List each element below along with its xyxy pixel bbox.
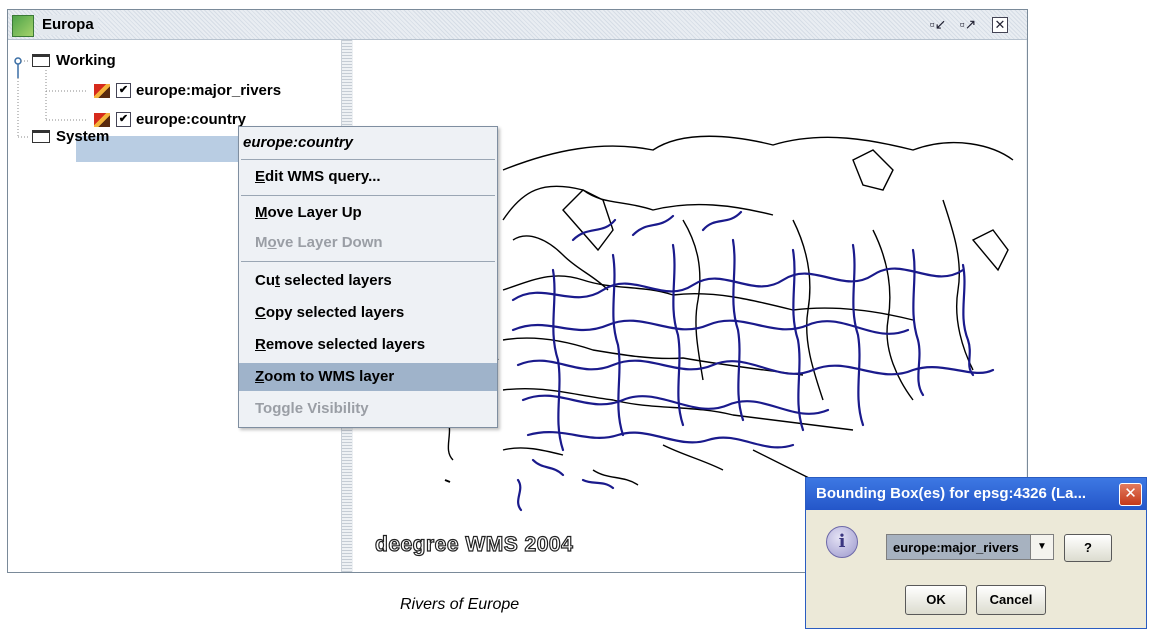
tree-group-system[interactable]: System xyxy=(32,128,109,145)
cancel-button[interactable]: Cancel xyxy=(976,585,1046,615)
menu-item-label-post: emove selected layers xyxy=(265,336,426,353)
menu-item-label-post: selected layers xyxy=(280,272,392,289)
menu-item-mnemonic: g xyxy=(272,400,282,417)
folder-icon xyxy=(32,54,50,67)
close-icon[interactable]: ✕ xyxy=(992,17,1008,33)
menu-item-mnemonic: o xyxy=(267,234,277,251)
menu-item-zoom-to-wms-layer[interactable]: Zoom to WMS layer xyxy=(239,363,497,391)
menu-item-label-post: oom to WMS layer xyxy=(264,368,395,385)
folder-icon xyxy=(32,130,50,143)
menu-item-label-pre: To xyxy=(255,400,273,417)
menu-item-label-post: ove Layer Up xyxy=(267,204,362,221)
island-outline xyxy=(444,479,451,483)
menu-item-move-layer-up[interactable]: Move Layer Up xyxy=(239,199,497,227)
layer-context-menu: europe:country Edit WMS query... Move La… xyxy=(238,126,498,428)
menu-item-mnemonic: C xyxy=(255,304,266,321)
wms-layer-icon xyxy=(94,112,110,127)
menu-item-toggle-visibility[interactable]: Toggle Visibility xyxy=(239,395,497,423)
chevron-down-icon[interactable]: ▼ xyxy=(1030,535,1053,559)
tree-group-label: System xyxy=(56,128,110,145)
tree-layer-country[interactable]: ✔ europe:country xyxy=(94,111,246,128)
menu-item-mnemonic: E xyxy=(255,168,266,185)
menu-item-mnemonic: M xyxy=(255,204,268,221)
map-watermark: deegree WMS 2004 xyxy=(374,532,574,556)
maximize-icon[interactable]: ▫↗ xyxy=(958,14,978,34)
wms-layer-icon xyxy=(94,83,110,98)
layer-visibility-checkbox[interactable]: ✔ xyxy=(116,83,131,98)
menu-item-remove-selected-layers[interactable]: Remove selected layers xyxy=(239,331,497,359)
ok-button[interactable]: OK xyxy=(905,585,967,615)
menu-item-label-pre: Cu xyxy=(255,272,275,289)
menu-item-label-post: dit WMS query... xyxy=(265,168,381,185)
tree-layer-label: europe:major_rivers xyxy=(136,82,282,99)
tree-group-working[interactable]: Working xyxy=(32,52,116,69)
menu-item-mnemonic: Z xyxy=(255,368,265,385)
combobox-value: europe:major_rivers xyxy=(893,540,1019,555)
dialog-close-icon[interactable]: ✕ xyxy=(1119,483,1142,506)
menu-item-mnemonic: R xyxy=(255,336,266,353)
dialog-titlebar[interactable]: Bounding Box(es) for epsg:4326 (La... xyxy=(806,478,1146,510)
menu-item-label-post: opy selected layers xyxy=(265,304,405,321)
map-app-icon xyxy=(12,15,34,37)
layer-combobox[interactable]: europe:major_rivers ▼ xyxy=(886,534,1054,560)
river-network xyxy=(511,210,995,512)
menu-item-label-pre: M xyxy=(255,234,268,251)
help-button[interactable]: ? xyxy=(1064,534,1112,562)
menu-item-edit-wms-query[interactable]: Edit WMS query... xyxy=(239,163,497,191)
window-title: Europa xyxy=(38,15,98,35)
menu-separator xyxy=(241,195,495,196)
menu-separator xyxy=(241,159,495,160)
menu-item-copy-selected-layers[interactable]: Copy selected layers xyxy=(239,299,497,327)
context-menu-title: europe:country xyxy=(239,129,497,157)
menu-item-move-layer-down[interactable]: Move Layer Down xyxy=(239,229,497,257)
tree-group-label: Working xyxy=(56,52,116,69)
dialog-title: Bounding Box(es) for epsg:4326 (La... xyxy=(816,485,1087,502)
tree-layer-label: europe:country xyxy=(136,111,247,128)
window-titlebar[interactable]: Europa ▫↙ ▫↗ ✕ xyxy=(8,10,1027,40)
menu-item-cut-selected-layers[interactable]: Cut selected layers xyxy=(239,267,497,295)
tree-layer-major-rivers[interactable]: ✔ europe:major_rivers xyxy=(94,82,281,99)
info-icon: i xyxy=(826,526,858,558)
restore-icon[interactable]: ▫↙ xyxy=(928,14,948,34)
menu-item-label-post: gle Visibility xyxy=(281,400,369,417)
menu-item-label-post: ve Layer Down xyxy=(276,234,383,251)
bounding-box-dialog: Bounding Box(es) for epsg:4326 (La... ✕ … xyxy=(805,477,1147,629)
layer-visibility-checkbox[interactable]: ✔ xyxy=(116,112,131,127)
menu-separator xyxy=(241,261,495,262)
figure-caption: Rivers of Europe xyxy=(400,596,520,613)
